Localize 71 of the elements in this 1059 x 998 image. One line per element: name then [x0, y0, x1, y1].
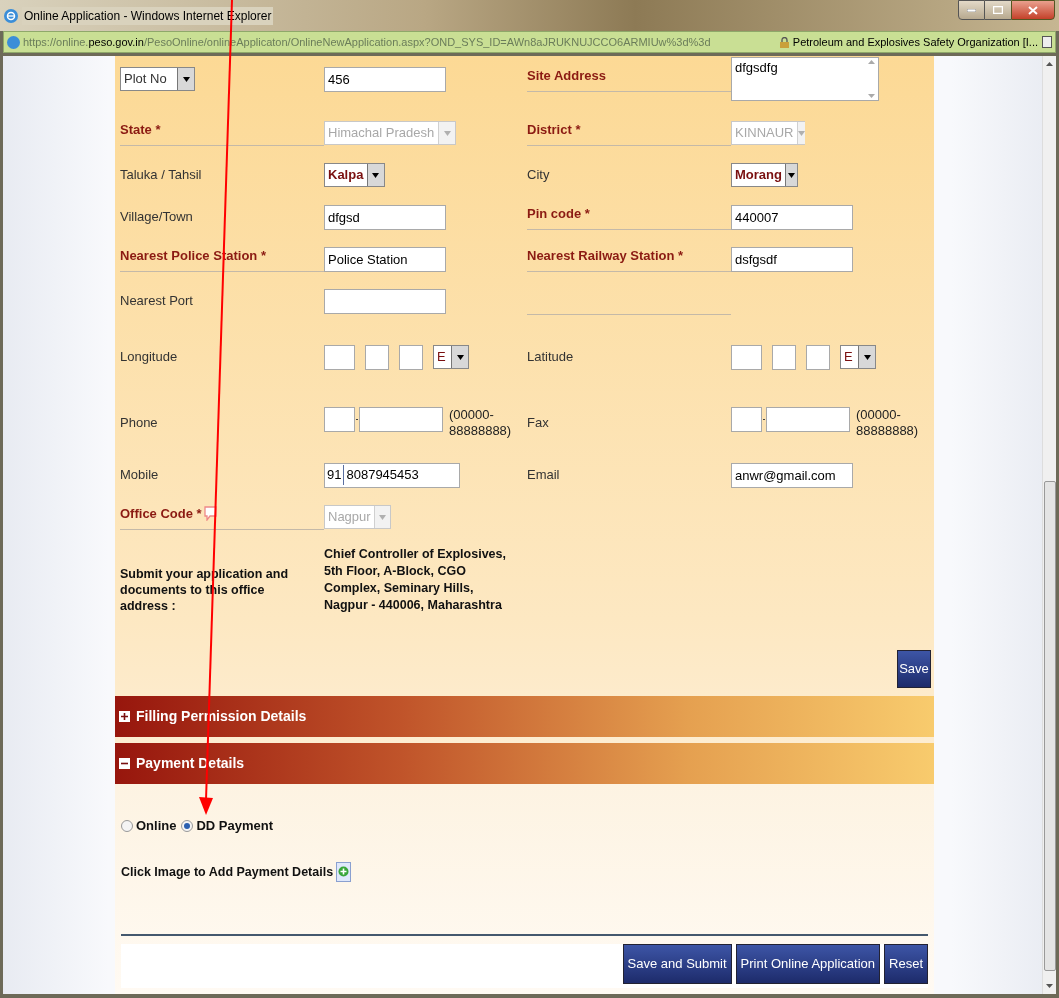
save-button[interactable]: Save	[897, 650, 931, 688]
field-label: Longitude	[120, 348, 178, 367]
label-select[interactable]: Plot No	[120, 67, 195, 91]
maximize-button[interactable]	[985, 0, 1011, 20]
field-label: Site Address	[527, 66, 606, 85]
footer-button[interactable]: Print Online Application	[735, 944, 881, 984]
number-field[interactable]	[359, 407, 443, 432]
radio-label: Online	[136, 817, 177, 835]
collapse-icon[interactable]	[119, 758, 130, 769]
field-label: Nearest Port	[120, 292, 193, 311]
dropdown-select[interactable]: Morang	[731, 163, 798, 187]
seconds-field[interactable]	[399, 344, 423, 370]
field-label: Email	[527, 466, 560, 485]
minutes-field[interactable]	[772, 344, 796, 370]
area-code-field[interactable]	[324, 407, 355, 432]
payment-instruction: Click Image to Add Payment Details	[121, 863, 334, 881]
degrees-field[interactable]	[324, 344, 355, 370]
minimize-icon	[967, 8, 976, 12]
field-label: State *	[120, 120, 161, 139]
radio-button[interactable]	[121, 819, 133, 832]
field-label: Village/Town	[120, 208, 193, 227]
number-field[interactable]	[766, 407, 850, 432]
footer-button[interactable]: Save and Submit	[622, 944, 732, 984]
minimize-button[interactable]	[958, 0, 985, 20]
field-label: Fax	[527, 414, 549, 433]
field-label: Phone	[120, 414, 158, 433]
radio-label: DD Payment	[196, 817, 274, 835]
text-field[interactable]: anwr@gmail.com	[731, 462, 853, 488]
text-field[interactable]: Police Station	[324, 246, 446, 272]
site-identity[interactable]: Petroleum and Explosives Safety Organization [I...	[792, 33, 1038, 51]
browser-logo-icon	[4, 8, 18, 23]
close-button[interactable]	[1011, 0, 1055, 20]
compat-view-icon[interactable]	[1042, 36, 1052, 48]
footer-button[interactable]: Reset	[884, 944, 928, 984]
country-code: 91	[325, 465, 345, 485]
padlock-icon	[779, 36, 789, 48]
close-icon	[1028, 5, 1038, 15]
field-label: Office Code *	[120, 504, 202, 523]
area-code-field[interactable]	[731, 407, 762, 432]
section-header[interactable]: Payment Details	[115, 743, 934, 784]
mobile-field[interactable]: 91 8087945453	[324, 462, 460, 488]
radio-button[interactable]	[181, 819, 194, 832]
expand-icon[interactable]	[119, 711, 130, 722]
page-globe-icon	[7, 35, 20, 49]
format-hint: (00000-88888888)	[449, 407, 511, 439]
field-label: City	[527, 166, 550, 185]
seconds-field[interactable]	[806, 344, 830, 370]
minutes-field[interactable]	[365, 344, 389, 370]
field-label: Nearest Railway Station *	[527, 246, 684, 265]
add-document-icon[interactable]	[336, 861, 352, 882]
text-field[interactable]: dfgsd	[324, 204, 446, 230]
direction-select[interactable]: E	[840, 345, 876, 369]
text-field[interactable]: 456	[324, 66, 446, 92]
dropdown-select[interactable]: Kalpa	[324, 163, 385, 187]
format-hint: (00000-88888888)	[856, 407, 918, 439]
mobile-number: 8087945453	[345, 466, 420, 485]
field-label: Pin code *	[527, 204, 590, 223]
text-field[interactable]: dsfgsdf	[731, 246, 853, 272]
text-field[interactable]: 440007	[731, 204, 853, 230]
section-header[interactable]: Filling Permission Details	[115, 696, 934, 737]
speech-bubble-icon	[203, 506, 217, 521]
field-label: District *	[527, 120, 581, 139]
field-label: Latitude	[527, 348, 574, 367]
field-label: Taluka / Tahsil	[120, 166, 202, 185]
text-field[interactable]	[324, 288, 446, 314]
office-address: Chief Controller of Explosives, 5th Floor, A-Block, CGO Complex, Seminary Hills, Nagpur - 440006, Maharashtra	[324, 546, 507, 614]
address-textarea[interactable]: dfgsdfg	[731, 57, 879, 101]
degrees-field[interactable]	[731, 344, 762, 370]
direction-select[interactable]: E	[433, 345, 469, 369]
field-label: Mobile	[120, 466, 159, 485]
maximize-icon	[993, 6, 1003, 14]
